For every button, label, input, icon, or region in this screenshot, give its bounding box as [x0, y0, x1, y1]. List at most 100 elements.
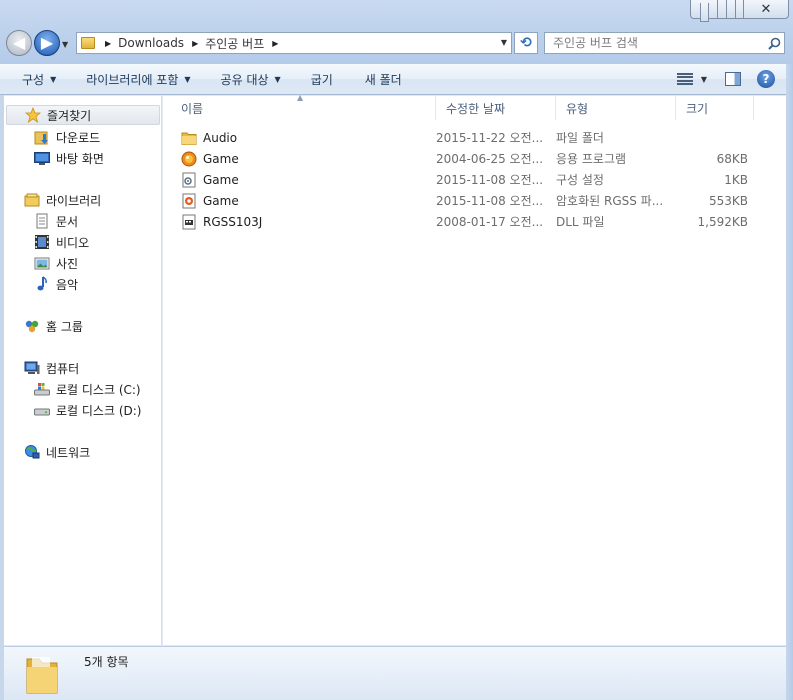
file-type: 암호화된 RGSS 파...: [556, 194, 664, 208]
chevron-down-icon: ▼: [50, 74, 57, 84]
nav-desktop-label: 바탕 화면: [56, 151, 104, 166]
nav-local-disk-d-label: 로컬 디스크 (D:): [56, 403, 142, 418]
search-icon[interactable]: [764, 37, 784, 50]
maximize-button[interactable]: [718, 0, 744, 19]
rgss-archive-icon: [181, 193, 197, 209]
search-input[interactable]: [545, 33, 764, 53]
file-type: 구성 설정: [556, 173, 604, 187]
back-arrow-icon: ◀: [12, 33, 26, 52]
forward-button[interactable]: ▶: [34, 30, 60, 56]
breadcrumb-downloads[interactable]: Downloads: [118, 36, 184, 50]
game-exe-icon: [181, 151, 197, 167]
share-with-button[interactable]: 공유 대상 ▼: [211, 67, 291, 91]
nav-documents-label: 문서: [56, 214, 79, 229]
drive-icon: [34, 402, 50, 418]
address-bar[interactable]: ▶ Downloads ▶ 주인공 버프 ▶ ▼: [76, 32, 512, 54]
music-note-icon: [34, 276, 50, 292]
computer-icon: [24, 360, 40, 376]
column-name[interactable]: 이름 ▲: [163, 93, 436, 120]
folder-icon: [181, 130, 197, 146]
nav-homegroup[interactable]: 홈 그룹: [24, 316, 83, 336]
breadcrumb-separator-icon[interactable]: ▶: [105, 39, 111, 48]
organize-button[interactable]: 구성 ▼: [12, 67, 66, 91]
file-date: 2004-06-25 오전...: [436, 152, 544, 166]
column-date-modified[interactable]: 수정한 날짜: [436, 96, 556, 120]
nav-libraries[interactable]: 라이브러리: [24, 190, 101, 210]
maximize-icon: [725, 0, 736, 19]
nav-network-label: 네트워크: [46, 445, 91, 460]
back-button[interactable]: ◀: [6, 30, 32, 56]
breadcrumb-separator-icon[interactable]: ▶: [192, 39, 198, 48]
file-row[interactable]: Audio 2015-11-22 오전... 파일 폴더: [181, 127, 771, 148]
help-icon[interactable]: ?: [757, 70, 775, 88]
file-name-cell: Audio: [181, 130, 436, 146]
nav-pictures[interactable]: 사진: [34, 253, 78, 273]
view-controls: ▼ ?: [676, 64, 793, 94]
column-size[interactable]: 크기: [676, 96, 754, 120]
recent-pages-dropdown[interactable]: ▼: [62, 40, 68, 49]
file-row[interactable]: RGSS103J 2008-01-17 오전... DLL 파일 1,592KB: [181, 211, 771, 232]
nav-local-disk-c[interactable]: 로컬 디스크 (C:): [34, 379, 141, 399]
chevron-down-icon: ▼: [274, 74, 281, 84]
nav-desktop[interactable]: 바탕 화면: [34, 148, 104, 168]
column-date-modified-label: 수정한 날짜: [446, 101, 506, 116]
file-name: Audio: [203, 130, 238, 145]
system-drive-icon: [34, 381, 50, 397]
file-name-cell: RGSS103J: [181, 214, 436, 230]
file-row[interactable]: Game 2015-11-08 오전... 암호화된 RGSS 파... 553…: [181, 190, 771, 211]
column-type-label: 유형: [566, 101, 589, 116]
file-date: 2015-11-22 오전...: [436, 131, 544, 145]
column-header: 이름 ▲ 수정한 날짜 유형 크기: [163, 93, 786, 120]
dll-file-icon: [181, 214, 197, 230]
nav-downloads[interactable]: 다운로드: [34, 127, 100, 147]
nav-libraries-label: 라이브러리: [46, 193, 102, 208]
command-bar: 구성 ▼ 라이브러리에 포함 ▼ 공유 대상 ▼ 굽기 새 폴더 ▼ ?: [0, 64, 793, 95]
file-type: 응용 프로그램: [556, 152, 627, 166]
column-type[interactable]: 유형: [556, 96, 676, 120]
nav-pictures-label: 사진: [56, 256, 79, 271]
window-right-border: [786, 64, 793, 700]
desktop-icon: [34, 150, 50, 166]
nav-homegroup-label: 홈 그룹: [46, 319, 83, 334]
file-date: 2015-11-08 오전...: [436, 194, 544, 208]
nav-music[interactable]: 음악: [34, 274, 78, 294]
search-box[interactable]: [544, 32, 785, 54]
refresh-button[interactable]: ⟲: [514, 32, 538, 54]
file-size: 68KB: [716, 151, 748, 166]
change-view-button[interactable]: ▼: [676, 73, 707, 85]
network-icon: [24, 444, 40, 460]
file-row[interactable]: Game 2015-11-08 오전... 구성 설정 1KB: [181, 169, 771, 190]
nav-local-disk-d[interactable]: 로컬 디스크 (D:): [34, 400, 141, 420]
file-type: DLL 파일: [556, 215, 605, 229]
include-in-library-label: 라이브러리에 포함: [86, 72, 179, 87]
file-size: 1KB: [724, 172, 748, 187]
new-folder-label: 새 폴더: [364, 72, 402, 87]
close-button[interactable]: ✕: [744, 0, 789, 19]
nav-network[interactable]: 네트워크: [24, 442, 90, 462]
nav-videos[interactable]: 비디오: [34, 232, 89, 252]
file-date: 2008-01-17 오전...: [436, 215, 544, 229]
burn-label: 굽기: [310, 72, 333, 87]
nav-favorites[interactable]: 즐겨찾기: [6, 105, 160, 125]
new-folder-button[interactable]: 새 폴더: [355, 67, 412, 91]
file-name-cell: Game: [181, 172, 436, 188]
minimize-button[interactable]: [690, 0, 718, 22]
file-size: 553KB: [708, 193, 748, 208]
chevron-down-icon: ▼: [184, 74, 191, 84]
breadcrumb-separator-icon[interactable]: ▶: [272, 39, 278, 48]
file-size: 1,592KB: [697, 214, 748, 229]
refresh-icon: ⟲: [520, 35, 532, 51]
preview-pane-icon[interactable]: [725, 72, 741, 86]
breadcrumb-current-folder[interactable]: 주인공 버프: [205, 35, 264, 52]
address-history-dropdown[interactable]: ▼: [501, 38, 507, 47]
share-with-label: 공유 대상: [220, 72, 269, 87]
nav-computer[interactable]: 컴퓨터: [24, 358, 79, 378]
burn-button[interactable]: 굽기: [301, 67, 343, 91]
file-name: Game: [203, 172, 239, 187]
nav-documents[interactable]: 문서: [34, 211, 78, 231]
forward-arrow-icon: ▶: [40, 33, 54, 52]
item-count: 5개 항목: [84, 655, 129, 669]
nav-downloads-label: 다운로드: [56, 130, 101, 145]
include-in-library-button[interactable]: 라이브러리에 포함 ▼: [76, 67, 200, 91]
file-row[interactable]: Game 2004-06-25 오전... 응용 프로그램 68KB: [181, 148, 771, 169]
